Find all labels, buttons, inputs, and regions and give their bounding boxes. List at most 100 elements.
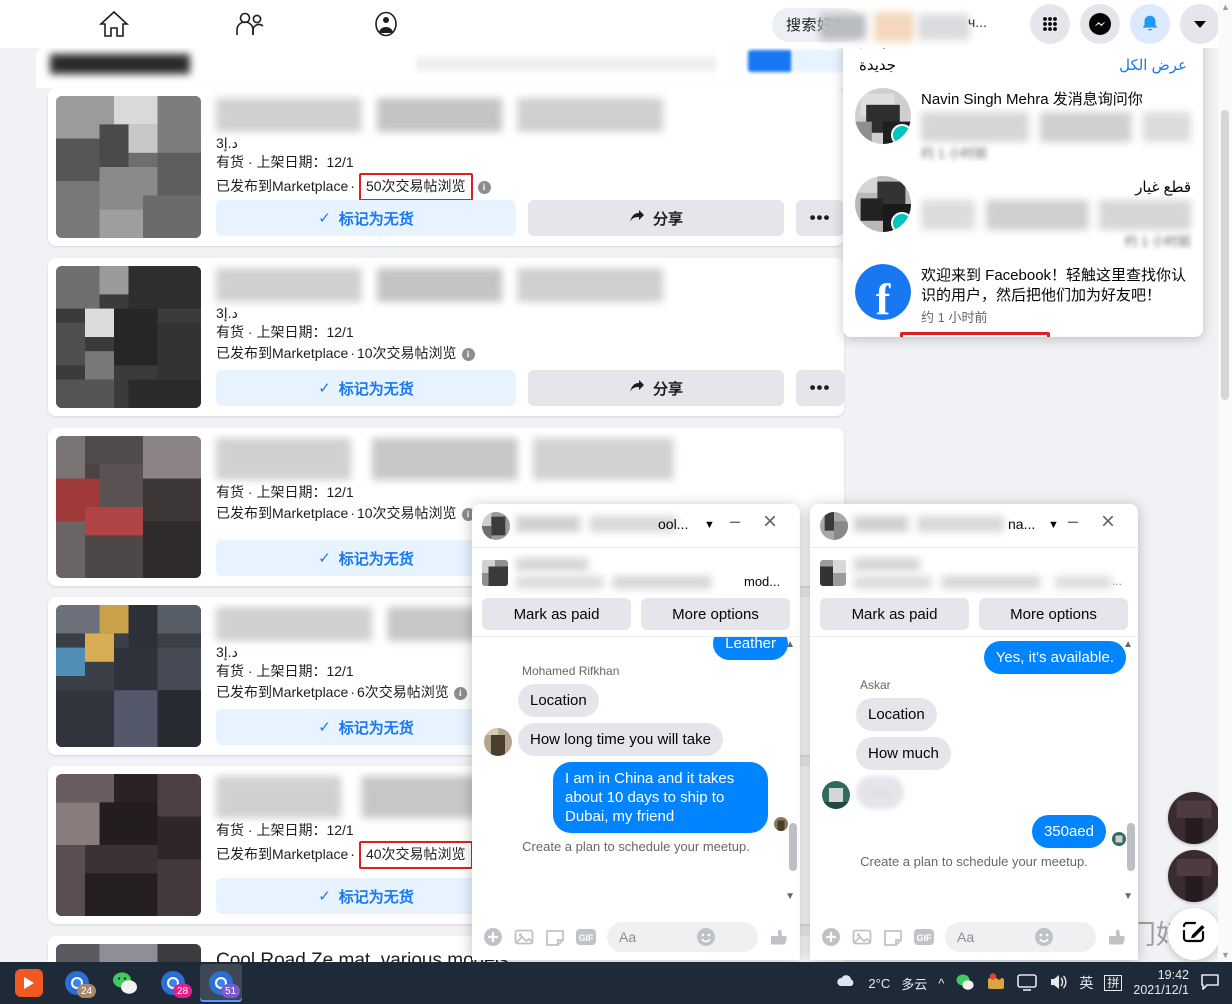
close-icon[interactable]: × [1096, 510, 1120, 535]
info-icon[interactable]: i [461, 348, 475, 361]
tray-wechat-icon[interactable] [955, 972, 975, 995]
tray-display-icon[interactable] [1017, 973, 1038, 994]
page-scrollbar[interactable]: ▲ ▼ [1218, 0, 1232, 1004]
listing-thumbnail[interactable] [56, 96, 201, 238]
photo-icon[interactable] [511, 924, 537, 950]
avatar[interactable] [820, 512, 848, 540]
header-secondary-button-blurred[interactable] [792, 50, 848, 72]
emoji-icon[interactable] [694, 925, 718, 949]
chevron-down-icon[interactable]: ▼ [704, 519, 715, 531]
photo-icon[interactable] [849, 924, 875, 950]
message-input[interactable]: Aa [945, 922, 1096, 952]
gif-icon[interactable]: GIF [573, 924, 599, 950]
thumbs-up-icon[interactable] [766, 924, 792, 950]
listing-thumbnail[interactable] [56, 436, 201, 578]
notifications-view-all-link[interactable]: عرض الكل [1119, 56, 1187, 74]
action-center-icon[interactable] [1200, 973, 1220, 994]
scroll-thumb[interactable] [1221, 110, 1229, 400]
tray-expand-icon[interactable]: ^ [938, 976, 944, 991]
listing-more-button[interactable]: ••• [796, 370, 844, 406]
plus-circle-icon[interactable] [480, 924, 506, 950]
rail-contact-avatar[interactable] [1168, 792, 1220, 844]
notification-item[interactable]: Navin Singh Mehra 发消息询问你 约 1 小时前 [843, 82, 1203, 170]
grid-menu-icon[interactable] [1030, 4, 1070, 44]
chat-message-thread[interactable]: Leather Mohamed Rifkhan Location How lon… [472, 636, 800, 906]
offer-detail-blurred [516, 576, 746, 589]
weather-icon[interactable] [835, 973, 857, 994]
taskbar-app-chrome-1[interactable]: 24 [56, 964, 98, 1002]
listing-views: 10次交易帖浏览 [356, 345, 457, 361]
scroll-down-icon[interactable]: ▼ [1221, 950, 1230, 960]
bell-icon[interactable] [1130, 4, 1170, 44]
taskbar-app-chrome-3[interactable]: 51 [200, 964, 242, 1002]
taskbar-app-wechat[interactable] [104, 964, 146, 1002]
chat-scrollbar[interactable]: ▲ ▼ [785, 639, 797, 902]
listing-card[interactable]: د.إ3 有货 · 上架日期：12/1 已发布到Marketplace · 50次交… [48, 88, 844, 246]
scroll-up-icon[interactable]: ▲ [785, 639, 795, 650]
nav-tab-home[interactable] [88, 7, 140, 41]
messenger-icon[interactable] [1080, 4, 1120, 44]
chevron-down-icon[interactable]: ▼ [1048, 519, 1059, 531]
nav-tab-groups[interactable] [360, 7, 412, 41]
nav-tab-friends[interactable] [224, 7, 276, 41]
mark-out-of-stock-button[interactable]: ✓ 标记为无货 [216, 878, 516, 914]
scroll-up-icon[interactable]: ▲ [1221, 2, 1230, 12]
chat-message-thread[interactable]: Yes, it's available. Askar Location How … [810, 636, 1138, 906]
listing-more-button[interactable]: ••• [796, 200, 844, 236]
chat-window: ool... ▼ − × mod... Mark as paid More op… [472, 504, 800, 960]
clock-time: 19:42 [1157, 968, 1189, 982]
thumbs-up-icon[interactable] [1104, 924, 1130, 950]
emoji-icon[interactable] [1032, 925, 1056, 949]
more-options-button[interactable]: More options [641, 598, 790, 630]
listing-thumbnail[interactable] [56, 605, 201, 747]
listing-thumbnail[interactable] [56, 266, 201, 408]
scroll-thumb[interactable] [789, 823, 797, 871]
info-icon[interactable]: i [477, 181, 491, 194]
listing-card[interactable]: د.إ3 有货 · 上架日期：12/1 已发布到Marketplace · 10次交… [48, 258, 844, 416]
notification-item[interactable]: قطع غيار 约 1 小时前 [843, 170, 1203, 258]
plus-circle-icon[interactable] [818, 924, 844, 950]
share-button[interactable]: 分享 [528, 370, 784, 406]
gif-icon[interactable]: GIF [911, 924, 937, 950]
avatar[interactable] [482, 512, 510, 540]
minimize-icon[interactable]: − [724, 513, 746, 536]
chevron-down-icon[interactable] [1180, 4, 1220, 44]
windows-taskbar: 24 28 51 2°C 多云 ^ 英 拼 19:42 2021/12/1 [0, 962, 1232, 1004]
taskbar-app-recorder[interactable] [8, 964, 50, 1002]
mark-as-paid-button[interactable]: Mark as paid [820, 598, 969, 630]
chat-message-row: Yes, it's available. [810, 641, 1138, 674]
ime-language-indicator[interactable]: 英 [1079, 973, 1093, 993]
sticker-icon[interactable] [542, 924, 568, 950]
close-icon[interactable]: × [758, 510, 782, 535]
offer-thumbnail[interactable] [820, 560, 846, 586]
mark-out-of-stock-button[interactable]: ✓ 标记为无货 [216, 370, 516, 406]
chat-scrollbar[interactable]: ▲ ▼ [1123, 639, 1135, 902]
mark-out-of-stock-button[interactable]: ✓ 标记为无货 [216, 200, 516, 236]
more-options-button[interactable]: More options [979, 598, 1128, 630]
offer-thumbnail[interactable] [482, 560, 508, 586]
mark-as-paid-button[interactable]: Mark as paid [482, 598, 631, 630]
mark-out-of-stock-button[interactable]: ✓ 标记为无货 [216, 540, 516, 576]
tray-qq-icon[interactable] [986, 972, 1006, 995]
rail-contact-avatar[interactable] [1168, 850, 1220, 902]
taskbar-clock[interactable]: 19:42 2021/12/1 [1133, 968, 1189, 998]
new-message-button[interactable] [1168, 908, 1220, 960]
scroll-thumb[interactable] [1127, 823, 1135, 871]
scroll-up-icon[interactable]: ▲ [1123, 639, 1133, 650]
sticker-icon[interactable] [880, 924, 906, 950]
notification-time: 约 1 小时前 [921, 310, 988, 325]
minimize-icon[interactable]: − [1062, 513, 1084, 536]
taskbar-app-chrome-2[interactable]: 28 [152, 964, 194, 1002]
scroll-down-icon[interactable]: ▼ [785, 891, 795, 902]
share-button[interactable]: 分享 [528, 200, 784, 236]
mark-out-of-stock-button[interactable]: ✓ 标记为无货 [216, 709, 516, 745]
message-input[interactable]: Aa [607, 922, 758, 952]
share-arrow-icon [629, 209, 645, 228]
ime-mode-indicator[interactable]: 拼 [1104, 975, 1123, 991]
tray-volume-icon[interactable] [1048, 973, 1068, 994]
info-icon[interactable]: i [453, 687, 467, 700]
scroll-down-icon[interactable]: ▼ [1123, 891, 1133, 902]
notification-item[interactable]: f 欢迎来到 Facebook！轻触这里查找你认识的用户，然后把他们加为好友吧！… [843, 258, 1203, 337]
listing-thumbnail[interactable] [56, 774, 201, 916]
header-primary-button-blurred[interactable] [748, 50, 792, 72]
